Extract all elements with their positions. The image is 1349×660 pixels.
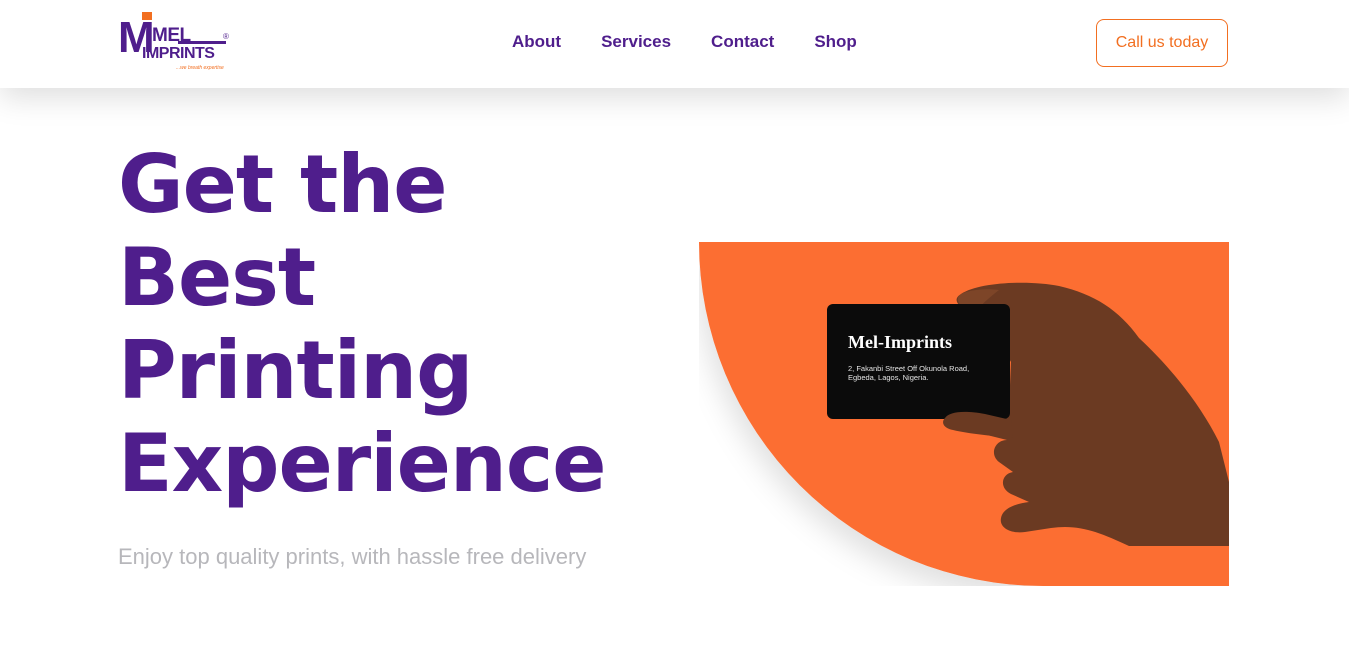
logo-rule [178, 41, 226, 44]
nav-link-shop[interactable]: Shop [814, 31, 857, 53]
hero-title-line: Best [118, 231, 316, 324]
main-nav: About Services Contact Shop [512, 31, 857, 53]
logo-tagline: ...we breath expertise [176, 65, 224, 71]
business-card: Mel-Imprints 2, Fakanbi Street Off Okuno… [827, 304, 1010, 419]
brand-logo[interactable]: M MEL ® IMPRINTS ...we breath expertise [118, 12, 233, 74]
hero-subtitle: Enjoy top quality prints, with hassle fr… [118, 544, 587, 569]
hero-title: Get the Best Printing Experience [118, 138, 678, 510]
logo-wordmark-bottom: IMPRINTS [142, 45, 215, 62]
hero-title-line: Experience [118, 417, 607, 510]
nav-link-about[interactable]: About [512, 31, 561, 53]
site-header: M MEL ® IMPRINTS ...we breath expertise … [0, 0, 1349, 88]
nav-link-services[interactable]: Services [601, 31, 671, 53]
hero-image: Mel-Imprints 2, Fakanbi Street Off Okuno… [699, 242, 1229, 586]
card-company-name: Mel-Imprints [848, 332, 952, 352]
hero-title-line: Printing [118, 324, 473, 417]
card-address: 2, Fakanbi Street Off Okunola Road, Egbe… [848, 364, 970, 382]
logo-registered-mark: ® [223, 32, 229, 41]
call-us-button[interactable]: Call us today [1096, 19, 1228, 67]
hero-title-line: Get the [118, 138, 447, 231]
nav-link-contact[interactable]: Contact [711, 31, 774, 53]
